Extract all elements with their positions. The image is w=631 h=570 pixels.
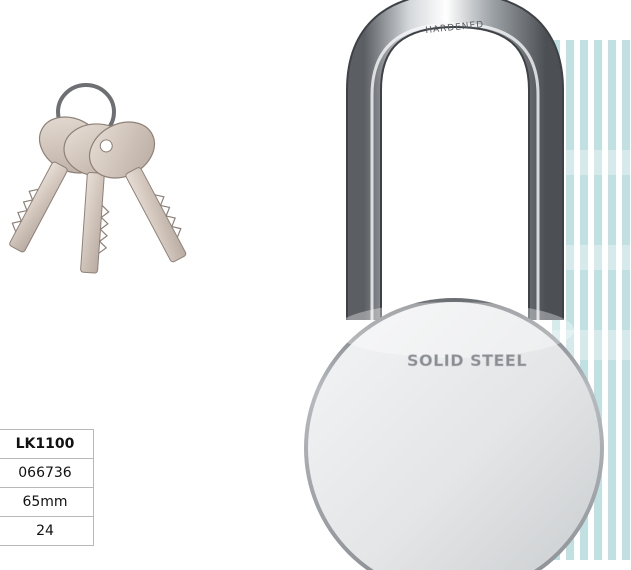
- padlock-icon: HARDENED SOLID STEEL: [304, 0, 604, 570]
- table-row: 65mm: [0, 487, 94, 517]
- table-row: LK1100: [0, 429, 94, 459]
- article-number-cell: 066736: [0, 458, 94, 488]
- model-number-cell: LK1100: [0, 429, 94, 459]
- spec-table: LK1100 066736 65mm 24: [0, 429, 94, 546]
- size-cell: 65mm: [0, 487, 94, 517]
- product-illustration: HARDENED SOLID STEEL: [9, 0, 631, 570]
- quantity-cell: 24: [0, 516, 94, 546]
- product-image-canvas: HARDENED SOLID STEEL LK1100 066736 65mm …: [0, 0, 631, 570]
- keys-icon: [9, 83, 187, 274]
- table-row: 24: [0, 516, 94, 546]
- padlock-engraving: SOLID STEEL: [407, 351, 527, 370]
- table-row: 066736: [0, 458, 94, 488]
